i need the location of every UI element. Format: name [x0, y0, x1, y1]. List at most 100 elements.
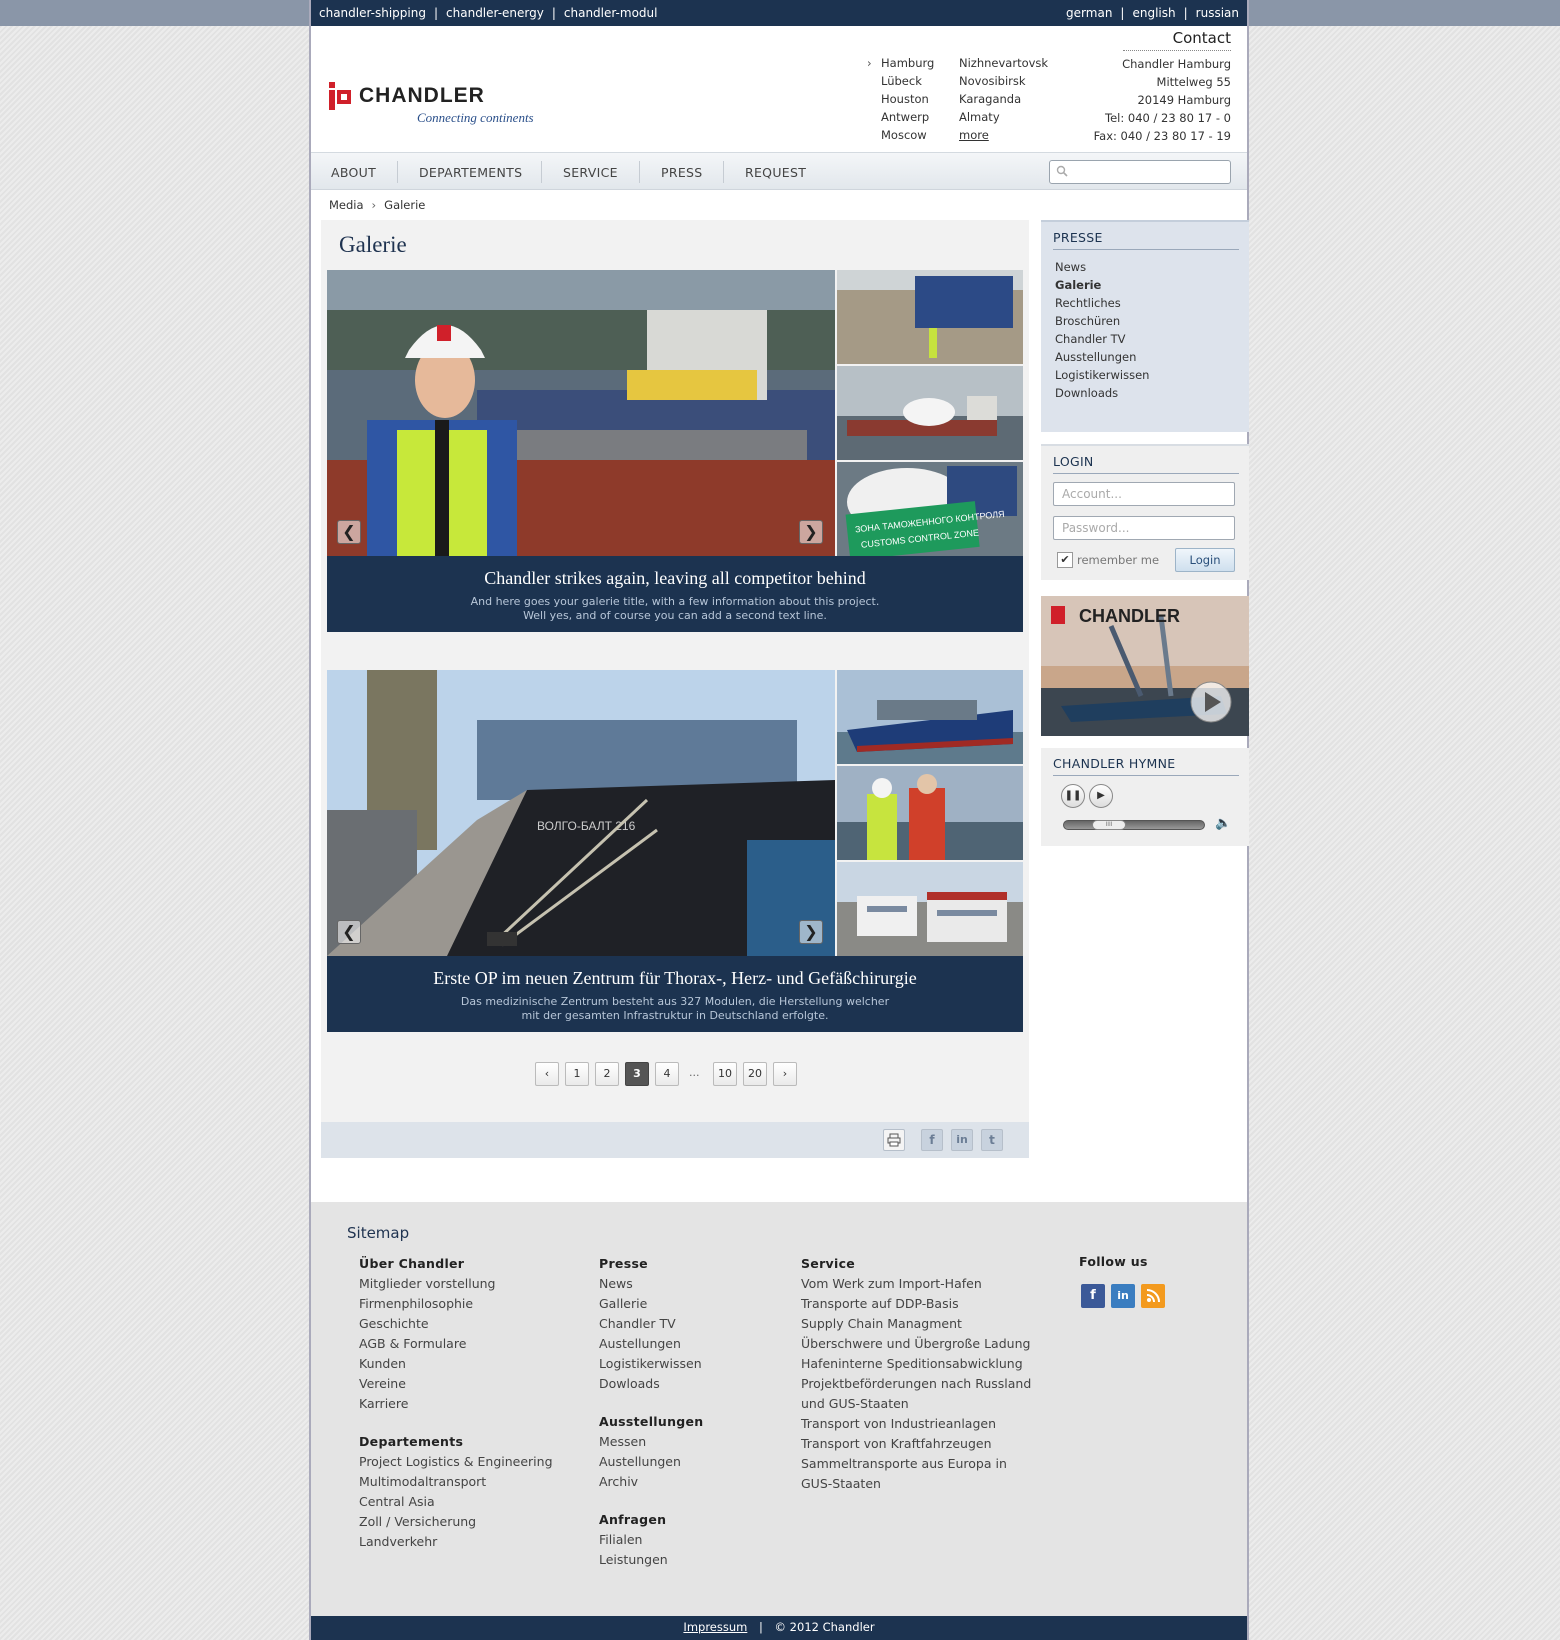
gallery-prev-button[interactable]: ❮: [337, 520, 361, 544]
footer-heading[interactable]: Anfragen: [599, 1510, 704, 1530]
pager-page[interactable]: 1: [565, 1062, 589, 1086]
pager-page[interactable]: 20: [743, 1062, 767, 1086]
footer-link[interactable]: Überschwere und Übergroße Ladung: [801, 1334, 1031, 1354]
rss-icon[interactable]: [1141, 1284, 1165, 1308]
footer-link[interactable]: Multimodaltransport: [359, 1472, 553, 1492]
city-link[interactable]: Lübeck: [881, 72, 934, 90]
footer-link[interactable]: und GUS-Staaten: [801, 1394, 1031, 1414]
volume-icon[interactable]: 🔈: [1215, 816, 1231, 831]
audio-progress-bar[interactable]: IIII: [1063, 820, 1205, 830]
footer-link[interactable]: Zoll / Versicherung: [359, 1512, 553, 1532]
footer-link[interactable]: Kunden: [359, 1354, 553, 1374]
city-link[interactable]: Moscow: [881, 126, 934, 144]
lang-english[interactable]: english: [1132, 6, 1175, 20]
gallery-prev-button[interactable]: ❮: [337, 920, 361, 944]
footer-link[interactable]: GUS-Staaten: [801, 1474, 1031, 1494]
city-link[interactable]: Hamburg: [881, 54, 934, 72]
footer-heading[interactable]: Ausstellungen: [599, 1412, 704, 1432]
footer-link[interactable]: Filialen: [599, 1530, 704, 1550]
city-link[interactable]: Almaty: [959, 108, 1048, 126]
account-input[interactable]: Account...: [1053, 482, 1235, 506]
footer-link[interactable]: Sammeltransporte aus Europa in: [801, 1454, 1031, 1474]
footer-link[interactable]: Project Logistics & Engineering: [359, 1452, 553, 1472]
footer-link[interactable]: Central Asia: [359, 1492, 553, 1512]
sidebar-item-galerie[interactable]: Galerie: [1055, 276, 1249, 294]
footer-link[interactable]: Supply Chain Managment: [801, 1314, 1031, 1334]
footer-link[interactable]: News: [599, 1274, 704, 1294]
link-chandler-energy[interactable]: chandler-energy: [446, 6, 544, 20]
footer-link[interactable]: Gallerie: [599, 1294, 704, 1314]
more-cities-link[interactable]: more: [959, 126, 1048, 144]
gallery-thumbnail[interactable]: [837, 766, 1023, 860]
footer-link[interactable]: Transport von Industrieanlagen: [801, 1414, 1031, 1434]
footer-link[interactable]: Hafeninterne Speditionsabwicklung: [801, 1354, 1031, 1374]
lang-german[interactable]: german: [1066, 6, 1112, 20]
lang-russian[interactable]: russian: [1196, 6, 1239, 20]
nav-request[interactable]: REQUEST: [745, 165, 806, 180]
footer-link[interactable]: Projektbeförderungen nach Russland: [801, 1374, 1031, 1394]
footer-link[interactable]: Mitglieder vorstellung: [359, 1274, 553, 1294]
footer-link[interactable]: Logistikerwissen: [599, 1354, 704, 1374]
facebook-icon[interactable]: f: [1081, 1284, 1105, 1308]
pager-page[interactable]: 2: [595, 1062, 619, 1086]
footer-link[interactable]: Leistungen: [599, 1550, 704, 1570]
footer-heading[interactable]: Presse: [599, 1254, 704, 1274]
footer-link[interactable]: Messen: [599, 1432, 704, 1452]
sidebar-item-broschueren[interactable]: Broschüren: [1055, 312, 1249, 330]
gallery-title[interactable]: Chandler strikes again, leaving all comp…: [327, 568, 1023, 589]
footer-heading[interactable]: Departements: [359, 1432, 553, 1452]
footer-heading[interactable]: Service: [801, 1254, 1031, 1274]
nav-service[interactable]: SERVICE: [563, 165, 618, 180]
linkedin-icon[interactable]: in: [1111, 1284, 1135, 1308]
footer-link[interactable]: Austellungen: [599, 1452, 704, 1472]
gallery-main-image[interactable]: ВОЛГО-БАЛТ 216 ❮ ❯: [327, 670, 835, 956]
city-link[interactable]: Antwerp: [881, 108, 934, 126]
contact-title[interactable]: Contact: [1122, 28, 1231, 51]
footer-link[interactable]: Landverkehr: [359, 1532, 553, 1552]
city-link[interactable]: Nizhnevartovsk: [959, 54, 1048, 72]
linkedin-icon[interactable]: in: [951, 1129, 973, 1151]
sidebar-item-downloads[interactable]: Downloads: [1055, 384, 1249, 402]
gallery-thumbnail[interactable]: [837, 862, 1023, 956]
login-button[interactable]: Login: [1175, 548, 1235, 572]
gallery-thumbnail[interactable]: [837, 270, 1023, 364]
nav-departements[interactable]: DEPARTEMENTS: [419, 165, 522, 180]
city-link[interactable]: Karaganda: [959, 90, 1048, 108]
footer-link[interactable]: Transporte auf DDP-Basis: [801, 1294, 1031, 1314]
footer-link[interactable]: Austellungen: [599, 1334, 704, 1354]
print-icon[interactable]: [883, 1129, 905, 1151]
gallery-next-button[interactable]: ❯: [799, 520, 823, 544]
gallery-title[interactable]: Erste OP im neuen Zentrum für Thorax-, H…: [327, 968, 1023, 989]
footer-link[interactable]: Vom Werk zum Import-Hafen: [801, 1274, 1031, 1294]
footer-link[interactable]: Transport von Kraftfahrzeugen: [801, 1434, 1031, 1454]
gallery-main-image[interactable]: ❮ ❯: [327, 270, 835, 556]
search-input[interactable]: [1049, 160, 1231, 184]
pager-page[interactable]: 4: [655, 1062, 679, 1086]
footer-link[interactable]: Firmenphilosophie: [359, 1294, 553, 1314]
facebook-icon[interactable]: f: [921, 1129, 943, 1151]
impressum-link[interactable]: Impressum: [683, 1620, 747, 1634]
gallery-thumbnail[interactable]: [837, 670, 1023, 764]
sidebar-item-chandler-tv[interactable]: Chandler TV: [1055, 330, 1249, 348]
city-link[interactable]: Novosibirsk: [959, 72, 1048, 90]
video-player[interactable]: CHANDLER: [1041, 596, 1249, 736]
city-link[interactable]: Houston: [881, 90, 934, 108]
pager-page[interactable]: 10: [713, 1062, 737, 1086]
link-chandler-shipping[interactable]: chandler-shipping: [319, 6, 426, 20]
footer-link[interactable]: AGB & Formulare: [359, 1334, 553, 1354]
footer-link[interactable]: Dowloads: [599, 1374, 704, 1394]
sidebar-item-news[interactable]: News: [1055, 258, 1249, 276]
pager-next-button[interactable]: ›: [773, 1062, 797, 1086]
audio-progress-handle[interactable]: IIII: [1092, 820, 1126, 830]
password-input[interactable]: Password...: [1053, 516, 1235, 540]
gallery-thumbnail[interactable]: [837, 366, 1023, 460]
footer-link[interactable]: Geschichte: [359, 1314, 553, 1334]
link-chandler-modul[interactable]: chandler-modul: [564, 6, 658, 20]
footer-link[interactable]: Archiv: [599, 1472, 704, 1492]
sidebar-item-rechtliches[interactable]: Rechtliches: [1055, 294, 1249, 312]
gallery-thumbnail[interactable]: ЗОНА ТАМОЖЕННОГО КОНТРОЛЯ CUSTOMS CONTROL…: [837, 462, 1023, 556]
footer-link[interactable]: Karriere: [359, 1394, 553, 1414]
breadcrumb-media[interactable]: Media: [329, 198, 364, 212]
sidebar-item-logistikerwissen[interactable]: Logistikerwissen: [1055, 366, 1249, 384]
pager-prev-button[interactable]: ‹: [535, 1062, 559, 1086]
